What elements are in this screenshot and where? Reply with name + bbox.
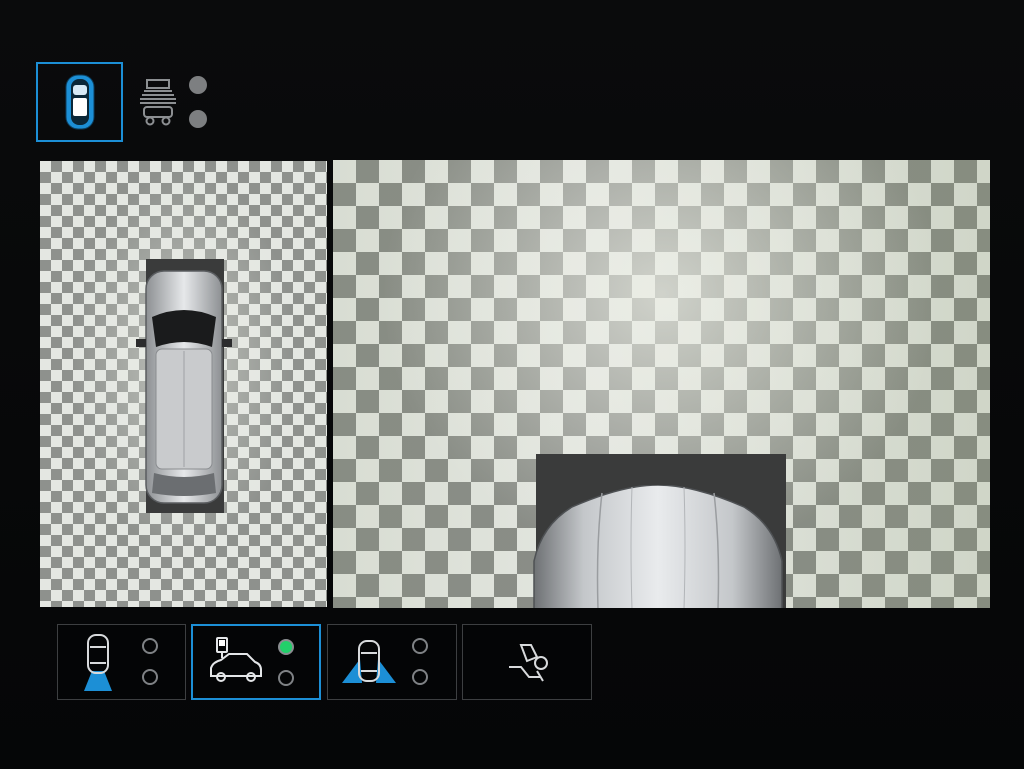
trailer-view-mode-button[interactable] bbox=[134, 72, 182, 132]
front-view-option-1[interactable] bbox=[412, 638, 428, 654]
trailer-indicator-2 bbox=[189, 110, 207, 128]
side-view-button[interactable] bbox=[191, 624, 321, 700]
side-view-option-2[interactable] bbox=[278, 670, 294, 686]
front-camera-view bbox=[333, 160, 990, 608]
trailer-indicator-1 bbox=[189, 76, 207, 94]
overhead-view-mode-button[interactable] bbox=[36, 62, 123, 142]
side-mirror-car-icon bbox=[210, 637, 262, 682]
car-top-view-icon bbox=[65, 74, 94, 130]
rear-view-option-1[interactable] bbox=[142, 638, 158, 654]
vehicle-hood-image bbox=[533, 485, 783, 608]
overhead-camera-view bbox=[40, 161, 327, 607]
rear-view-button[interactable] bbox=[57, 624, 186, 700]
front-wide-view-button[interactable] bbox=[327, 624, 457, 700]
front-wide-view-icon bbox=[342, 640, 396, 683]
side-view-option-1[interactable] bbox=[278, 639, 294, 655]
rear-view-camera-icon bbox=[84, 634, 112, 691]
trailer-hitch-view-icon bbox=[140, 79, 176, 126]
car-top-view-image bbox=[136, 270, 232, 504]
front-view-option-2[interactable] bbox=[412, 669, 428, 685]
parking-assist-icon bbox=[509, 644, 548, 682]
parking-assist-button[interactable] bbox=[462, 624, 592, 700]
rear-view-option-2[interactable] bbox=[142, 669, 158, 685]
